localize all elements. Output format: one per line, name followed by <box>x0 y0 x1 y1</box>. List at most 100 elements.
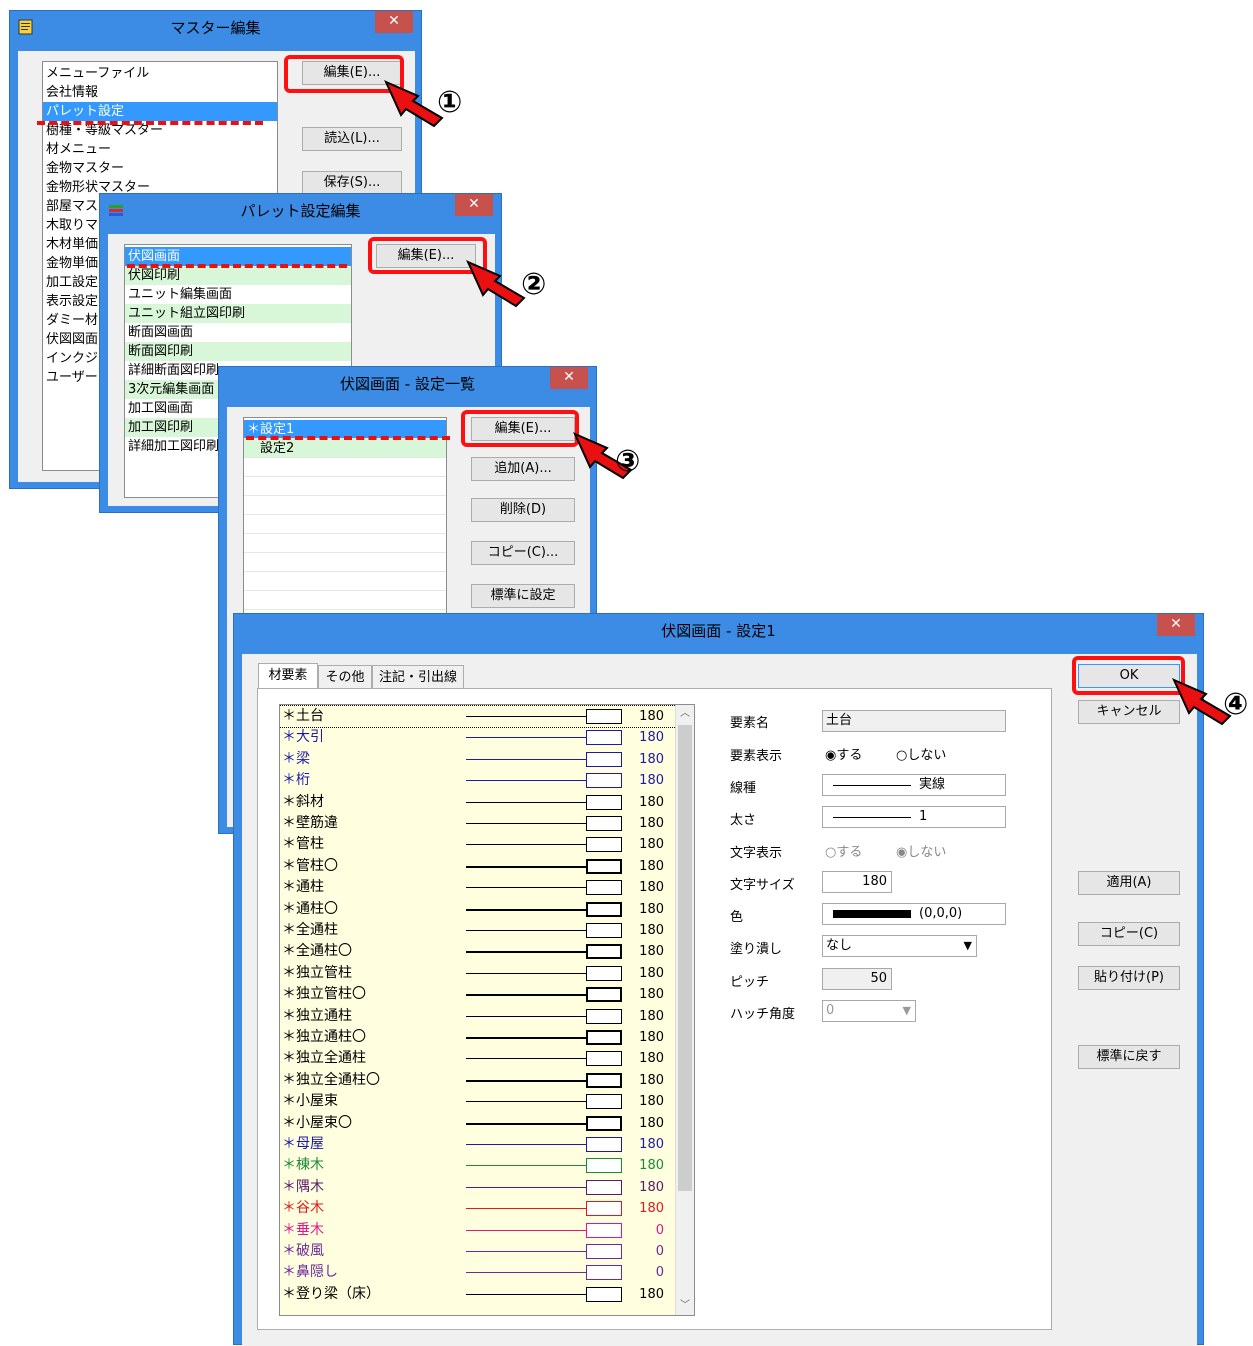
list-item[interactable]: 断面図印刷 <box>125 342 351 361</box>
color-label: 色 <box>730 910 744 925</box>
cancel-button[interactable]: キャンセル <box>1078 700 1180 724</box>
close-button[interactable]: ✕ <box>455 194 493 216</box>
palette-row[interactable]: ＊通柱 180 <box>280 877 676 898</box>
palette-row[interactable]: ＊垂木 0 <box>280 1220 676 1241</box>
palette-row[interactable]: ＊小屋束〇 180 <box>280 1113 676 1134</box>
list-item[interactable]: ユニット編集画面 <box>125 285 351 304</box>
palette-row-line <box>466 994 588 997</box>
list-item[interactable]: 会社情報 <box>43 83 277 102</box>
palette-row[interactable]: ＊独立通柱 180 <box>280 1006 676 1027</box>
thickness-field[interactable]: 1 <box>822 806 1006 828</box>
add-button[interactable]: 追加(A)... <box>471 457 575 481</box>
palette-row-size: 180 <box>639 987 664 1003</box>
list-item[interactable]: メニューファイル <box>43 64 277 83</box>
palette-element-list[interactable]: ＊土台 180 ＊大引 180 ＊梁 180 ＊桁 180 ＊斜材 180 ＊壁筋違 180 ＊管柱 18… <box>279 704 695 1316</box>
palette-row-swatch <box>586 1137 622 1152</box>
tab-other[interactable]: その他 <box>318 665 372 689</box>
palette-row[interactable]: ＊大引 180 <box>280 727 676 748</box>
set-standard-button[interactable]: 標準に設定 <box>471 584 575 608</box>
hatch-angle-select[interactable]: 0 ▼ <box>822 1000 916 1022</box>
palette-row[interactable]: ＊全通柱〇 180 <box>280 941 676 962</box>
list-item[interactable]: 断面図画面 <box>125 323 351 342</box>
text-size-field[interactable]: 180 <box>822 871 892 893</box>
palette-row-name: ＊斜材 <box>282 793 324 810</box>
line-type-field[interactable]: 実線 <box>822 774 1006 796</box>
apply-button[interactable]: 適用(A) <box>1078 871 1180 895</box>
palette-row-swatch <box>586 1222 622 1238</box>
copy-button[interactable]: コピー(C) <box>1078 922 1180 946</box>
delete-button[interactable]: 削除(D) <box>471 498 575 522</box>
palette-row[interactable]: ＊独立管柱 180 <box>280 963 676 984</box>
palette-row-line <box>466 758 588 760</box>
display-off-radio[interactable]: ○しない <box>896 744 946 763</box>
pitch-field[interactable]: 50 <box>822 968 892 990</box>
paste-button[interactable]: 貼り付け(P) <box>1078 966 1180 990</box>
palette-row-line <box>466 716 588 717</box>
palette-row[interactable]: ＊管柱〇 180 <box>280 856 676 877</box>
display-on-radio[interactable]: ◉する <box>825 744 862 763</box>
list-item-selected[interactable]: パレット設定 <box>43 102 277 121</box>
list-item-empty <box>244 572 446 591</box>
scrollbar-thumb[interactable] <box>678 725 692 1191</box>
fill-select[interactable]: なし ▼ <box>822 935 977 957</box>
palette-row[interactable]: ＊通柱〇 180 <box>280 899 676 920</box>
text-on-radio[interactable]: ○する <box>825 841 862 860</box>
scrollbar[interactable]: ︿ ﹀ <box>675 705 694 1315</box>
palette-row[interactable]: ＊斜材 180 <box>280 792 676 813</box>
palette-row-name: ＊通柱〇 <box>282 900 338 917</box>
palette-row-name: ＊独立通柱〇 <box>282 1029 366 1045</box>
palette-row[interactable]: ＊小屋束 180 <box>280 1091 676 1112</box>
palette-row[interactable]: ＊破風 0 <box>280 1241 676 1262</box>
copy-button[interactable]: コピー(C)... <box>471 541 575 565</box>
text-off-radio[interactable]: ◉しない <box>896 841 946 860</box>
palette-row[interactable]: ＊母屋 180 <box>280 1134 676 1155</box>
palette-row[interactable]: ＊独立管柱〇 180 <box>280 984 676 1005</box>
list-item[interactable]: 伏図印刷 <box>125 266 351 285</box>
palette-row-size: 180 <box>639 965 664 981</box>
palette-row-name: ＊独立全通柱〇 <box>282 1071 380 1088</box>
palette-row-swatch <box>586 709 622 724</box>
palette-row[interactable]: ＊独立全通柱〇 180 <box>280 1070 676 1091</box>
list-item[interactable]: ユニット組立図印刷 <box>125 304 351 323</box>
element-name-field[interactable]: 土台 <box>822 710 1006 732</box>
close-button[interactable]: ✕ <box>550 367 588 389</box>
element-name-label: 要素名 <box>730 716 770 731</box>
palette-row-name: ＊桁 <box>282 772 310 789</box>
palette-row[interactable]: ＊管柱 180 <box>280 834 676 855</box>
color-value: (0,0,0) <box>919 906 963 921</box>
palette-row[interactable]: ＊棟木 180 <box>280 1155 676 1176</box>
list-item[interactable]: 金物マスター <box>43 159 277 178</box>
highlight-box-3 <box>461 410 579 447</box>
scroll-down-icon[interactable]: ﹀ <box>676 1297 694 1315</box>
palette-row[interactable]: ＊全通柱 180 <box>280 920 676 941</box>
tab-material-elements[interactable]: 材要素 <box>258 663 318 689</box>
list-item-empty <box>244 553 446 572</box>
palette-row[interactable]: ＊独立全通柱 180 <box>280 1048 676 1069</box>
close-button[interactable]: ✕ <box>1157 614 1195 636</box>
palette-row[interactable]: ＊隅木 180 <box>280 1177 676 1198</box>
list-item[interactable]: 材メニュー <box>43 140 277 159</box>
palette-row[interactable]: ＊鼻隠し 0 <box>280 1262 676 1283</box>
palette-row[interactable]: ＊壁筋違 180 <box>280 813 676 834</box>
list-item[interactable]: 設定2 <box>244 439 446 458</box>
palette-row[interactable]: ＊桁 180 <box>280 770 676 791</box>
palette-row[interactable]: ＊谷木 180 <box>280 1198 676 1219</box>
palette-row-line <box>466 1251 588 1252</box>
palette-row[interactable]: ＊登り梁（床） 180 <box>280 1284 676 1305</box>
palette-row-size: 180 <box>639 1030 664 1045</box>
palette-row-size: 180 <box>639 1115 664 1131</box>
palette-row-selected[interactable]: ＊土台 180 <box>280 705 677 728</box>
load-button[interactable]: 読込(L)... <box>302 127 402 151</box>
scroll-up-icon[interactable]: ︿ <box>676 705 694 723</box>
reset-standard-button[interactable]: 標準に戻す <box>1078 1045 1180 1069</box>
close-button[interactable]: ✕ <box>375 11 413 33</box>
palette-row[interactable]: ＊梁 180 <box>280 749 676 770</box>
palette-row-line <box>466 1272 588 1274</box>
palette-row-name: ＊壁筋違 <box>282 815 338 831</box>
palette-row[interactable]: ＊独立通柱〇 180 <box>280 1027 676 1048</box>
palette-row-name: ＊梁 <box>282 750 310 767</box>
save-button[interactable]: 保存(S)... <box>302 171 402 195</box>
color-field[interactable]: (0,0,0) <box>822 903 1006 925</box>
tab-annotation[interactable]: 注記・引出線 <box>372 665 464 689</box>
palette-row-name: ＊谷木 <box>282 1200 324 1217</box>
